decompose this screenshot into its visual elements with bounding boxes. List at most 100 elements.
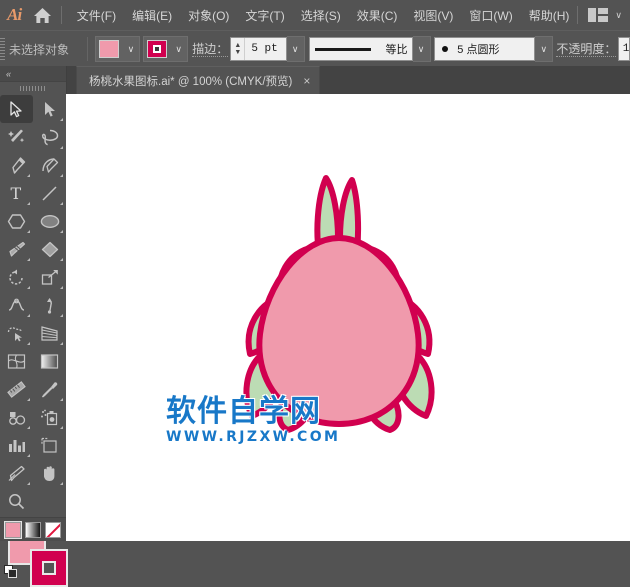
brush-dot-icon	[442, 46, 448, 52]
tools-panel-collapse[interactable]: «	[0, 66, 66, 82]
brush-definition-combo[interactable]: 5 点圆形 ∨	[434, 37, 553, 61]
workspace-switcher-icon[interactable]	[588, 8, 608, 22]
fill-color-swatch[interactable]	[99, 40, 119, 58]
variable-width-profile-combo[interactable]: 等比 ∨	[309, 37, 431, 61]
width-tool[interactable]	[0, 291, 33, 319]
close-icon[interactable]: ×	[303, 76, 310, 86]
stepper-up-icon[interactable]: ▲	[234, 42, 241, 49]
document-tab[interactable]: 杨桃水果图标.ai* @ 100% (CMYK/预览) ×	[76, 66, 320, 94]
menu-file[interactable]: 文件(F)	[69, 0, 124, 30]
menu-help[interactable]: 帮助(H)	[521, 0, 578, 30]
pen-tool[interactable]	[0, 151, 33, 179]
stroke-weight-label[interactable]: 描边：	[192, 42, 228, 57]
width-profile-line-icon	[315, 48, 371, 51]
tool-group-indicator	[27, 426, 30, 429]
opacity-label[interactable]: 不透明度：	[556, 42, 616, 57]
stroke-weight-stepper[interactable]: ▲ ▼	[231, 38, 245, 60]
curvature-tool[interactable]	[33, 151, 66, 179]
tool-group-indicator	[60, 174, 63, 177]
shaper-tool[interactable]	[33, 235, 66, 263]
blend-tool[interactable]	[0, 403, 33, 431]
tool-group-indicator	[60, 398, 63, 401]
watermark-url: WWW.RJZXW.COM	[166, 429, 340, 445]
scale-tool[interactable]	[33, 263, 66, 291]
hand-tool[interactable]	[33, 459, 66, 487]
default-fill-stroke-icon[interactable]	[4, 565, 18, 579]
width-profile-box[interactable]: 等比	[309, 37, 413, 61]
tool-group-indicator	[60, 482, 63, 485]
free-transform-tool[interactable]	[33, 291, 66, 319]
stroke-weight-combo[interactable]: ▲ ▼ 5 pt ∨	[230, 37, 304, 61]
control-bar-grip[interactable]	[0, 31, 5, 67]
stroke-swatch-group[interactable]: ∨	[143, 36, 188, 62]
tool-group-indicator	[60, 286, 63, 289]
slice-tool[interactable]	[0, 459, 33, 487]
measure-tool[interactable]	[0, 375, 33, 403]
line-segment-tool[interactable]	[33, 179, 66, 207]
fill-swatch-group[interactable]: ∨	[95, 36, 140, 62]
chevron-down-icon[interactable]: ∨	[615, 10, 622, 21]
lasso-tool[interactable]	[33, 123, 66, 151]
menu-bar: Ai 文件(F) 编辑(E) 对象(O) 文字(T) 选择(S) 效果(C) 视…	[0, 0, 630, 30]
stroke-color-box[interactable]	[30, 549, 68, 587]
tool-grid: T	[0, 95, 66, 515]
stroke-weight-field[interactable]: ▲ ▼ 5 pt	[230, 37, 286, 61]
stroke-chevron-down-icon[interactable]: ∨	[170, 37, 187, 61]
zoom-tool[interactable]	[0, 487, 33, 515]
color-swatch-none[interactable]	[45, 522, 61, 538]
symbol-sprayer-tool[interactable]	[33, 403, 66, 431]
color-swatch-solid[interactable]	[5, 522, 21, 538]
perspective-grid-tool[interactable]	[33, 319, 66, 347]
magic-wand-tool[interactable]	[0, 123, 33, 151]
tool-group-indicator	[27, 230, 30, 233]
document-tab-title: 杨桃水果图标.ai* @ 100% (CMYK/预览)	[89, 73, 292, 89]
ellipse-tool[interactable]	[33, 207, 66, 235]
column-graph-tool[interactable]	[0, 431, 33, 459]
stroke-color-swatch[interactable]	[147, 40, 167, 58]
tool-group-indicator	[27, 342, 30, 345]
document-canvas[interactable]: 软件自学网 WWW.RJZXW.COM	[66, 94, 630, 541]
menu-view[interactable]: 视图(V)	[405, 0, 461, 30]
brush-definition-box[interactable]: 5 点圆形	[434, 37, 535, 61]
tool-group-indicator	[27, 174, 30, 177]
menu-window[interactable]: 窗口(W)	[461, 0, 520, 30]
brush-chevron-down-icon[interactable]: ∨	[535, 36, 553, 62]
paintbrush-tool[interactable]	[0, 235, 33, 263]
menu-type[interactable]: 文字(T)	[237, 0, 292, 30]
artboard-tool[interactable]	[33, 431, 66, 459]
mesh-tool[interactable]	[0, 347, 33, 375]
brush-definition-label: 5 点圆形	[457, 41, 499, 57]
watermark: 软件自学网 WWW.RJZXW.COM	[166, 396, 340, 445]
color-mode-row	[0, 517, 66, 541]
tool-group-indicator	[27, 258, 30, 261]
stepper-down-icon[interactable]: ▼	[234, 49, 241, 56]
home-icon[interactable]	[28, 0, 56, 30]
menu-bar-right: ∨	[577, 6, 630, 24]
menu-divider	[61, 6, 62, 24]
selection-tool[interactable]	[0, 95, 33, 123]
double-chevron-left-icon[interactable]: «	[6, 69, 10, 79]
stroke-weight-chevron-down-icon[interactable]: ∨	[287, 36, 305, 62]
menu-edit[interactable]: 编辑(E)	[124, 0, 180, 30]
tools-panel-grip[interactable]	[0, 82, 66, 95]
eyedropper-tool[interactable]	[33, 375, 66, 403]
polygon-tool[interactable]	[0, 207, 33, 235]
tool-group-indicator	[60, 146, 63, 149]
illustrator-window: Ai 文件(F) 编辑(E) 对象(O) 文字(T) 选择(S) 效果(C) 视…	[0, 0, 630, 541]
menu-object[interactable]: 对象(O)	[180, 0, 237, 30]
direct-selection-tool[interactable]	[33, 95, 66, 123]
width-profile-chevron-down-icon[interactable]: ∨	[413, 36, 431, 62]
shape-builder-tool[interactable]	[0, 319, 33, 347]
menu-select[interactable]: 选择(S)	[293, 0, 349, 30]
gradient-tool[interactable]	[33, 347, 66, 375]
type-tool[interactable]: T	[0, 179, 33, 207]
color-swatch-gradient[interactable]	[25, 522, 41, 538]
stroke-weight-value[interactable]: 5 pt	[245, 43, 285, 55]
fill-chevron-down-icon[interactable]: ∨	[122, 37, 139, 61]
tool-group-indicator	[27, 482, 30, 485]
rotate-tool[interactable]	[0, 263, 33, 291]
tool-group-indicator	[60, 426, 63, 429]
tool-group-indicator	[60, 314, 63, 317]
menu-effect[interactable]: 效果(C)	[349, 0, 406, 30]
opacity-field[interactable]: 10	[618, 37, 630, 61]
